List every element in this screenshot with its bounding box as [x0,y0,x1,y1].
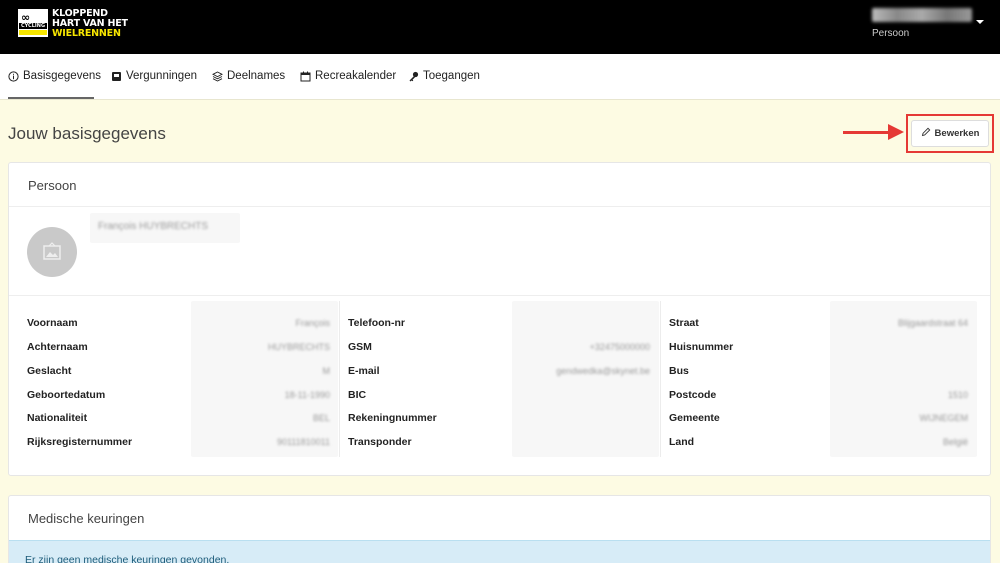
user-role: Persoon [872,28,910,39]
label-huisnummer: Huisnummer [669,341,734,353]
annotation-arrow-head [888,124,904,140]
tab-basisgegevens[interactable]: Basisgegevens [8,70,101,82]
value-land: België [942,437,968,447]
avatar [27,227,77,277]
pencil-icon [921,127,931,140]
divider [9,295,990,296]
user-menu[interactable]: Persoon [872,8,984,39]
label-geboortedatum: Geboortedatum [27,389,106,401]
label-telefoon: Telefoon-nr [348,317,405,329]
label-land: Land [669,436,695,448]
caret-down-icon[interactable] [976,20,984,24]
logo[interactable]: ∞ CYCLING KLOPPEND HART VAN HET WIELRENN… [18,9,128,39]
label-nationaliteit: Nationaliteit [27,412,88,424]
value-voornaam: François [295,318,330,328]
label-rijksregisternummer: Rijksregisternummer [27,436,133,448]
tab-deelnames[interactable]: Deelnames [212,70,285,82]
label-email: E-mail [348,365,380,377]
full-name: François HUYBRECHTS [98,221,209,232]
value-geslacht: M [322,366,331,376]
layers-icon [212,70,223,82]
person-card-title: Persoon [28,178,77,193]
cycling-vlaanderen-logo-mark: ∞ CYCLING [18,9,48,37]
tab-label: Toegangen [423,70,480,82]
values-column-2 [512,301,659,457]
label-bic: BIC [348,389,367,401]
active-tab-indicator [8,97,94,99]
label-geslacht: Geslacht [27,365,72,377]
value-email: gendwedka@skynet.be [556,366,650,376]
logo-text: KLOPPEND HART VAN HET WIELRENNEN [52,9,128,39]
tab-bar: Basisgegevens Vergunningen Deelnames Rec… [0,54,1000,100]
empty-state-message: Er zijn geen medische keuringen gevonden… [25,554,230,563]
edit-button[interactable]: Bewerken [911,120,989,147]
medical-card-title: Medische keuringen [28,511,145,526]
logo-mark-stripe [19,30,47,35]
tab-vergunningen[interactable]: Vergunningen [111,70,197,82]
tab-label: Recreakalender [315,70,397,82]
id-card-icon [111,71,122,82]
info-circle-icon [8,70,19,82]
label-straat: Straat [669,317,699,329]
label-gsm: GSM [348,341,372,353]
label-postcode: Postcode [669,389,717,401]
person-card: Persoon François HUYBRECHTS Voornaam Ach… [8,162,991,476]
calendar-icon [300,71,311,82]
key-icon [408,71,419,82]
label-transponder: Transponder [348,436,412,448]
label-gemeente: Gemeente [669,412,720,424]
user-name-redacted [872,8,972,22]
value-straat: Blijgaardstraat 64 [897,318,968,328]
edit-button-label: Bewerken [934,128,980,139]
divider [9,206,990,207]
tab-label: Basisgegevens [23,70,101,82]
label-achternaam: Achternaam [27,341,88,353]
full-name-box: François HUYBRECHTS [90,213,240,243]
annotation-arrow-shaft [843,131,893,134]
medical-card: Medische keuringen Er zijn geen medische… [8,495,991,563]
top-bar: ∞ CYCLING KLOPPEND HART VAN HET WIELRENN… [0,0,1000,54]
value-achternaam: HUYBRECHTS [267,342,330,352]
value-rijksregisternummer: 90111810011 [276,437,330,447]
logo-mark-text: CYCLING [19,23,47,29]
image-placeholder-icon [43,242,61,260]
logo-line-3: WIELRENNEN [52,28,121,39]
column-divider [660,301,661,457]
tab-label: Vergunningen [126,70,197,82]
value-gemeente: WIJNEGEM [919,413,969,423]
tab-toegangen[interactable]: Toegangen [408,70,480,82]
value-geboortedatum: 18-11-1990 [284,390,330,400]
tab-recreakalender[interactable]: Recreakalender [300,70,396,82]
column-divider [339,301,340,457]
value-postcode: 1510 [947,390,968,400]
label-bus: Bus [669,365,689,377]
info-alert: Er zijn geen medische keuringen gevonden… [9,540,990,563]
label-voornaam: Voornaam [27,317,78,329]
tab-label: Deelnames [227,70,286,82]
value-nationaliteit: BEL [312,413,330,423]
page-title: Jouw basisgegevens [8,124,166,143]
value-gsm: +32475000000 [589,342,650,352]
label-rekeningnummer: Rekeningnummer [348,412,437,424]
